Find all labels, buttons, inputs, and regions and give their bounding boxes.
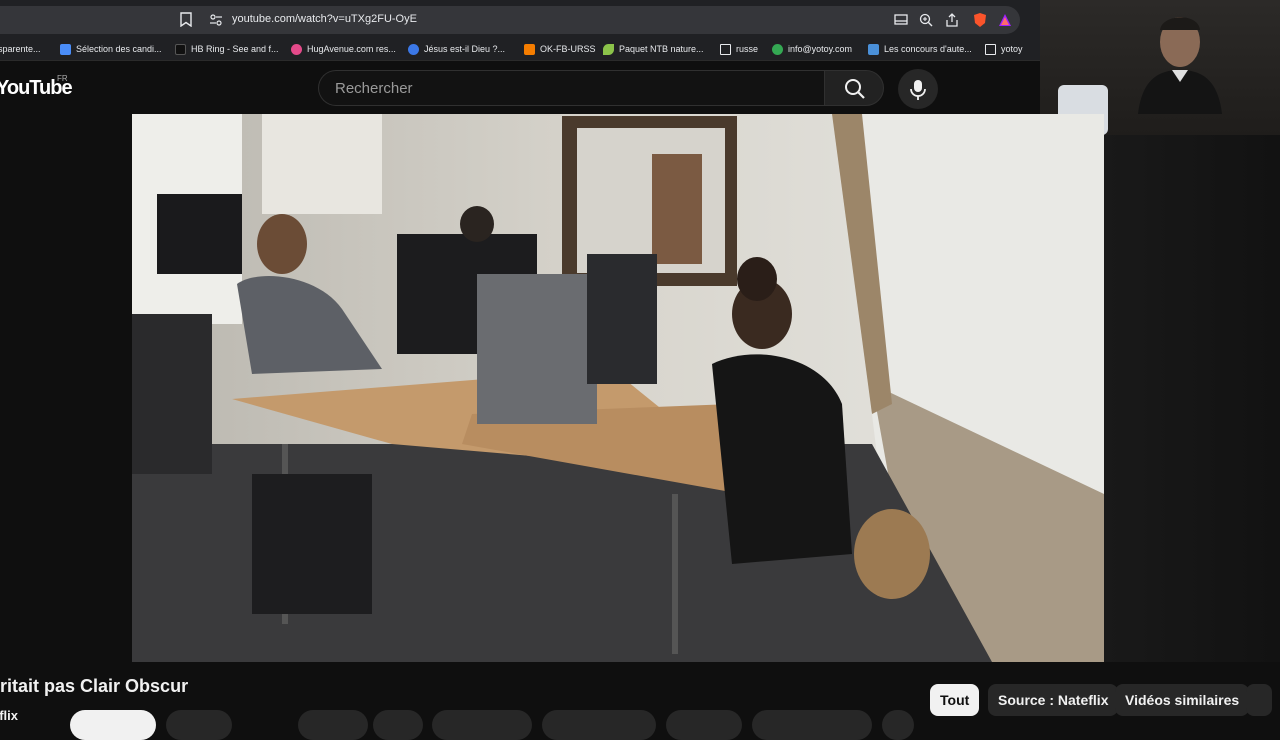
subscribe-button[interactable] <box>70 710 156 740</box>
notification-button[interactable] <box>166 710 232 740</box>
bookmark-icon[interactable] <box>180 12 192 27</box>
site-info-icon[interactable] <box>209 13 223 27</box>
bookmark-item[interactable]: yotoy <box>985 41 1023 57</box>
bookmark-item[interactable]: sparente... <box>0 41 41 57</box>
dislike-button[interactable] <box>373 710 423 740</box>
chip-all[interactable]: Tout <box>930 684 980 716</box>
bookmark-item[interactable]: Paquet NTB nature... <box>603 41 704 57</box>
video-title: éritait pas Clair Obscur <box>0 676 189 696</box>
bookmark-item[interactable]: Jésus est-il Dieu ?... <box>408 41 505 57</box>
brave-shield-icon[interactable] <box>972 12 988 28</box>
video-frame <box>132 114 1104 662</box>
bookmarks-bar: sparente... Sélection des candi... HB Ri… <box>0 38 1040 61</box>
url-text[interactable]: youtube.com/watch?v=uTXg2FU-OyE <box>232 13 417 25</box>
t-icon <box>175 43 186 55</box>
search-icon <box>845 79 865 99</box>
chip-source[interactable]: Source : Nateflix <box>988 684 1119 716</box>
zoom-icon[interactable] <box>918 12 934 28</box>
share-button[interactable] <box>432 710 532 740</box>
bookmark-item[interactable]: russe <box>720 41 758 57</box>
download-button[interactable] <box>752 710 872 740</box>
folder-icon <box>720 43 731 55</box>
search-input[interactable] <box>333 79 807 98</box>
bookmark-item[interactable]: Les concours d'aute... <box>868 41 972 57</box>
like-button[interactable] <box>298 710 368 740</box>
bookmark-item[interactable]: OK-FB-URSS <box>524 41 596 57</box>
globe-icon <box>772 43 783 55</box>
clip-button[interactable] <box>542 710 656 740</box>
share-icon[interactable] <box>944 12 960 28</box>
folder-icon <box>985 43 996 55</box>
search-box[interactable] <box>318 70 824 106</box>
cast-icon[interactable] <box>893 12 909 28</box>
more-actions-button[interactable] <box>882 710 914 740</box>
country-code: FR <box>57 74 68 83</box>
image-icon <box>868 43 879 55</box>
bookmark-item[interactable]: HugAvenue.com res... <box>291 41 396 57</box>
heart-icon <box>291 43 302 55</box>
globe-icon <box>408 43 419 55</box>
bookmark-item[interactable]: info@yotoy.com <box>772 41 852 57</box>
blogger-icon <box>524 43 535 55</box>
browser-toolbar: youtube.com/watch?v=uTXg2FU-OyE <box>0 0 1040 38</box>
chip-more[interactable] <box>1246 684 1272 716</box>
microphone-icon <box>910 80 926 100</box>
voice-search-button[interactable] <box>898 69 938 109</box>
search-button[interactable] <box>824 70 884 106</box>
webcam-person-image <box>1138 17 1222 114</box>
sidebar-background <box>1104 135 1280 662</box>
bookmark-item[interactable]: Sélection des candi... <box>60 41 162 57</box>
doc-icon <box>60 43 71 55</box>
address-bar[interactable]: youtube.com/watch?v=uTXg2FU-OyE <box>0 6 1020 34</box>
brave-rewards-icon[interactable] <box>997 12 1013 28</box>
leaf-icon <box>603 43 614 55</box>
video-player[interactable] <box>132 114 1104 662</box>
youtube-header: YouTube FR <box>0 61 1040 114</box>
thanks-button[interactable] <box>666 710 742 740</box>
chip-similar[interactable]: Vidéos similaires <box>1115 684 1250 716</box>
channel-name[interactable]: eflix <box>0 708 18 723</box>
bookmark-item[interactable]: HB Ring - See and f... <box>175 41 279 57</box>
